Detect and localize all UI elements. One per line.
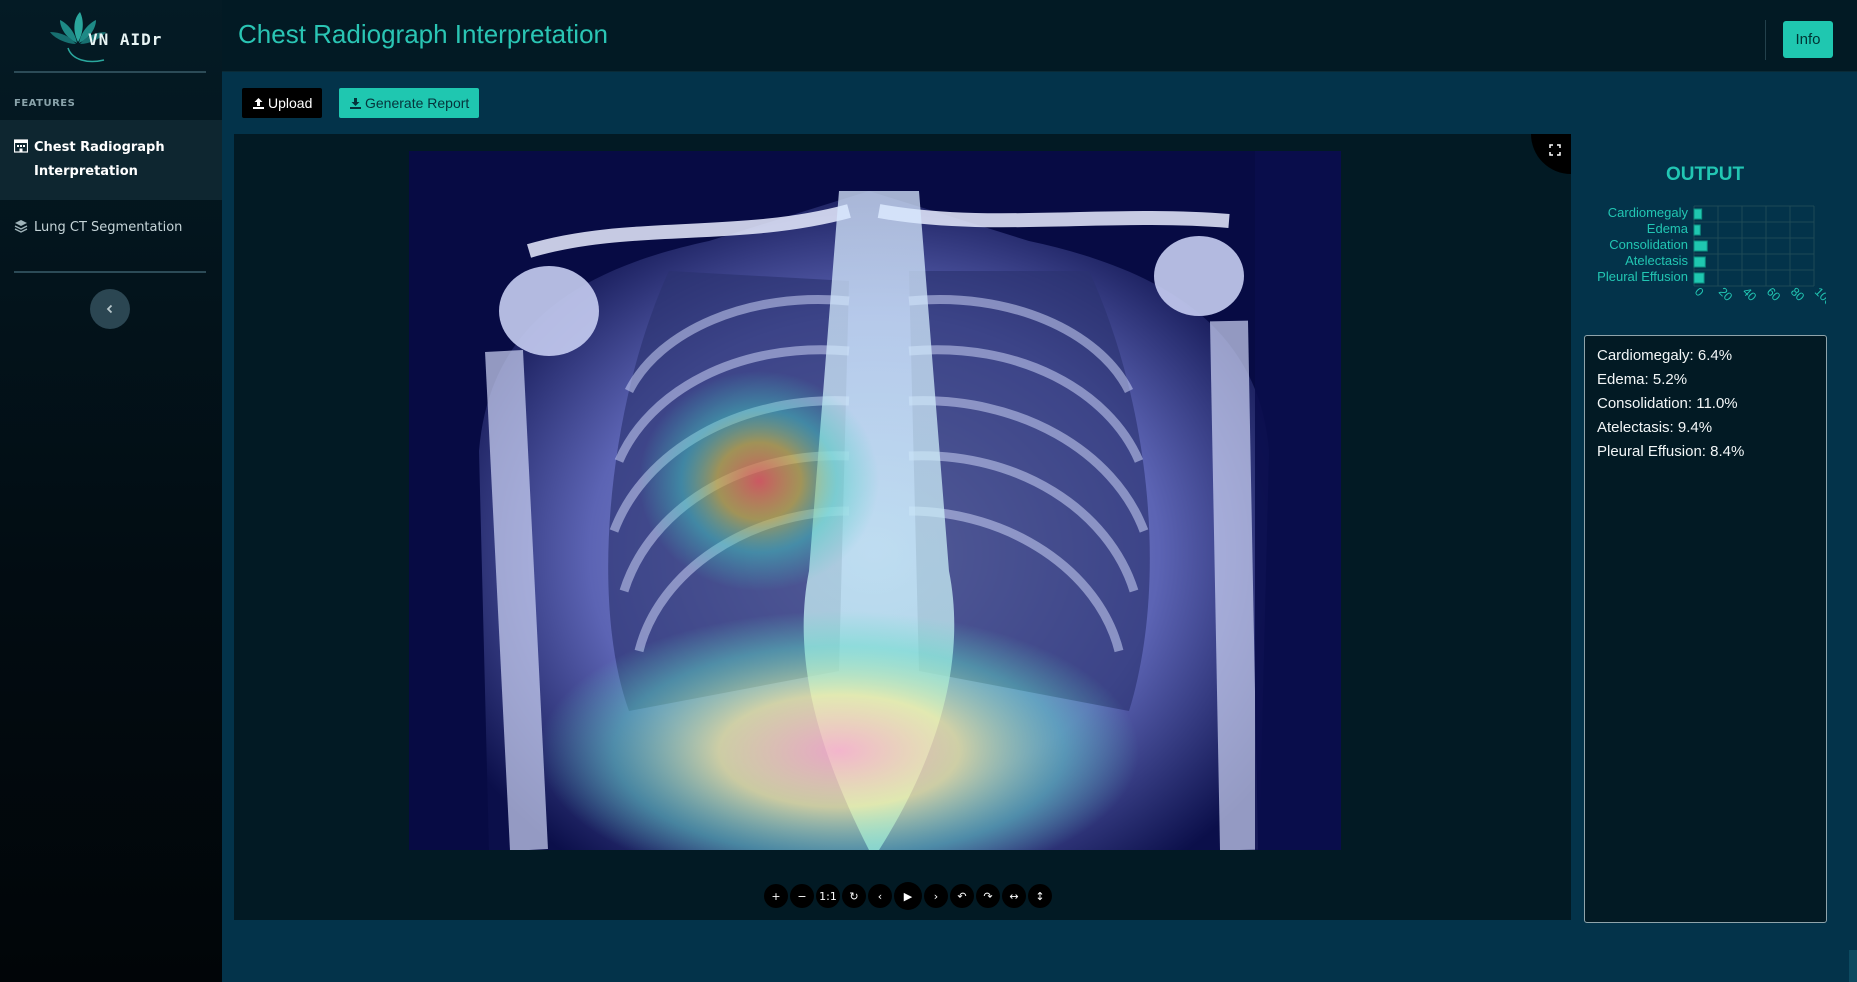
chart-tick-label: 80 [1788,285,1808,305]
chart-bar [1693,208,1703,220]
chart-tick-label: 100 [1812,285,1826,309]
chest-xray-heatmap-image [409,151,1341,850]
logo[interactable]: VN AIDr [48,8,208,64]
sidebar-item-label: Chest Radiograph Interpretation [34,140,165,179]
chart-category-label: Edema [1647,221,1689,236]
chart-bar [1693,256,1706,268]
sidebar-item-chest-radiograph[interactable]: Chest Radiograph Interpretation [0,120,222,200]
result-line-consolidation: Consolidation: 11.0% [1597,395,1738,412]
viewer-toolbar: + −1:1 ↻ ‹ ▶ › ↶ ↷ ↔ ↕ [764,882,1052,910]
chart-bar [1693,272,1705,284]
actual-size-button[interactable]: 1:1 [816,884,840,908]
sidebar-section-heading: FEATURES [14,98,76,109]
generate-report-label: Generate Report [365,95,470,111]
fullscreen-button[interactable] [1531,134,1571,174]
chart-category-label: Atelectasis [1625,253,1688,268]
sidebar-item-label: Lung CT Segmentation [34,220,183,235]
chart-tick-label: 20 [1716,285,1736,305]
chart-category-label: Consolidation [1609,237,1688,252]
sidebar-divider [14,71,206,73]
layers-icon [14,220,28,233]
chevron-left-icon [106,304,113,314]
result-line-atelectasis: Atelectasis: 9.4% [1597,419,1713,436]
result-line-pleural-effusion: Pleural Effusion: 8.4% [1597,443,1745,460]
result-line-edema: Edema: 5.2% [1597,371,1688,388]
results-textarea[interactable]: Cardiomegaly: 6.4% Edema: 5.2% Consolida… [1584,335,1827,923]
play-button[interactable]: ▶ [894,882,922,910]
download-icon [350,97,361,109]
page-scrollbar[interactable] [1849,950,1857,982]
chart-bar [1693,240,1708,252]
upload-icon [253,97,264,109]
chart-tick-label: 40 [1740,285,1760,305]
flip-horizontal-button[interactable]: ↔ [1002,884,1026,908]
chart-tick-label: 0 [1692,285,1707,300]
next-button[interactable]: › [924,884,948,908]
sidebar-collapse-button[interactable] [90,289,130,329]
output-title: OUTPUT [1665,164,1745,185]
upload-label: Upload [268,95,313,111]
chart-category-label: Pleural Effusion [1597,269,1688,284]
header-divider [1765,20,1766,60]
info-button[interactable]: Info [1783,21,1833,58]
result-line-cardiomegaly: Cardiomegaly: 6.4% [1597,347,1733,364]
sidebar-divider [14,271,206,273]
image-viewer[interactable]: + −1:1 ↻ ‹ ▶ › ↶ ↷ ↔ ↕ [234,134,1571,920]
sidebar-item-lung-ct[interactable]: Lung CT Segmentation [0,216,222,240]
sidebar: VN AIDr FEATURES Chest Radiograph Interp… [0,0,222,982]
expand-icon [1549,144,1561,156]
hospital-icon [14,139,28,153]
zoom-out-button[interactable]: − [790,884,814,908]
generate-report-button[interactable]: Generate Report [339,88,480,118]
flip-vertical-button[interactable]: ↕ [1028,884,1052,908]
chart-category-label: Cardiomegaly [1608,205,1689,220]
chart-bar [1693,224,1701,236]
xray-image[interactable] [409,151,1341,850]
rotate-right-button[interactable]: ↷ [976,884,1000,908]
reset-button[interactable]: ↻ [842,884,866,908]
rotate-left-button[interactable]: ↶ [950,884,974,908]
prev-button[interactable]: ‹ [868,884,892,908]
logo-text: VN AIDr [88,29,163,49]
chart-tick-label: 60 [1764,285,1784,305]
upload-button[interactable]: Upload [242,88,323,118]
output-bar-chart: 0 20 40 60 80 100 CardiomegalyEdemaConsolidati… [1597,205,1826,309]
page-title: Chest Radiograph Interpretation [238,19,609,49]
zoom-in-button[interactable]: + [764,884,788,908]
header: Chest Radiograph Interpretation Info [222,0,1857,72]
